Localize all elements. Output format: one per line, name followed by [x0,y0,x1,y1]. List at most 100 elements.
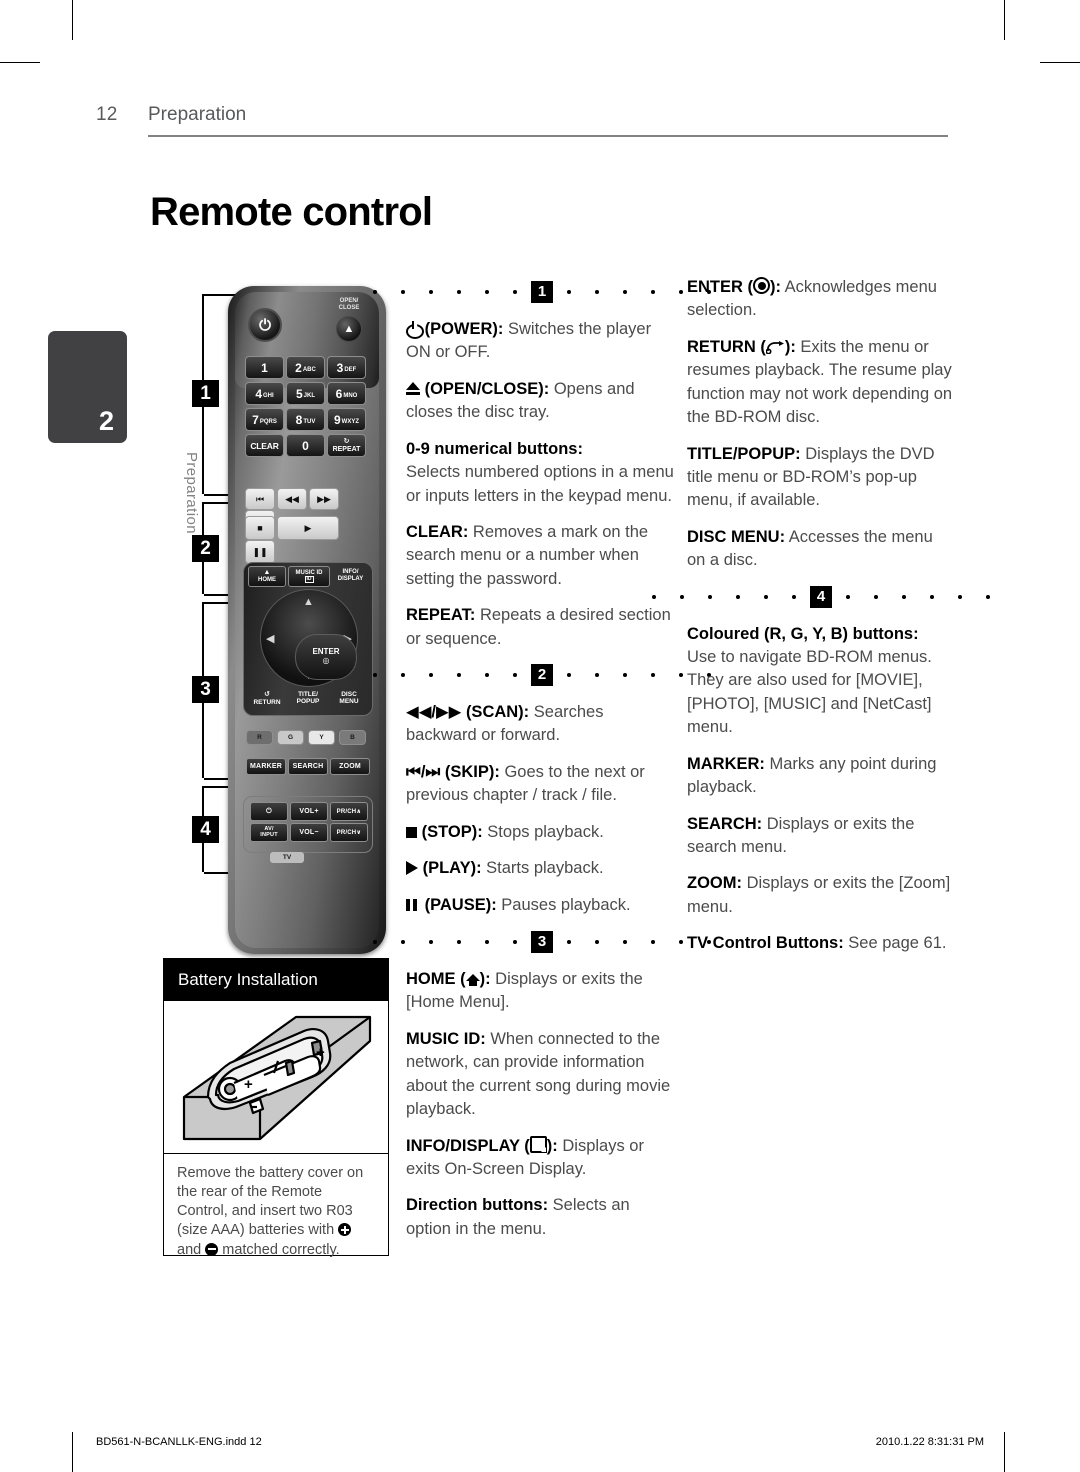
desc-coloured-buttons: Coloured (R, G, Y, B) buttons: Use to na… [687,624,932,737]
description-column-left: 1 (POWER): Switches the player ON or OFF… [373,276,711,1254]
svg-text:+: + [244,1076,253,1093]
crop-mark-left [0,62,40,63]
battery-installation-box: Battery Installation + + Remove the batt… [163,958,389,1258]
chapter-tab: 2 [48,331,127,443]
remote-colour-button-g: G [277,730,304,745]
description-column-right: ENTER (): Acknowledges menu selection. R… [652,276,990,969]
desc-clear: CLEAR: Removes a mark on the search menu… [406,522,649,588]
remote-music-id-button: MUSIC ID ID [288,566,330,587]
remote-prch-up-button: PR/CH∧ [330,802,368,821]
remote-key-4: 4 GHI [245,382,284,405]
svg-text:+: + [316,1044,325,1061]
battery-text-part-1: Remove the battery cover on the rear of … [177,1165,364,1239]
battery-installation-text: Remove the battery cover on the rear of … [164,1154,388,1260]
remote-power-button: ⏻ [248,308,282,342]
callout-divider-1: 1 [373,281,711,303]
desc-search: SEARCH: Displays or exits the search men… [687,814,915,857]
battery-installation-illustration: + + [164,1001,388,1154]
pause-icon [406,895,420,918]
remote-up-arrow: ▲ [303,596,314,608]
remote-pause-button: ❚❚ [245,540,275,564]
desc-open-close: (OPEN/CLOSE): Opens and closes the disc … [406,379,635,422]
enter-icon [753,277,770,294]
remote-control-illustration: ⏻ OPEN/CLOSE ▲ 1 2 ABC 3 DEF 4 GHI 5 JKL 6 MN… [228,286,386,954]
desc-repeat: REPEAT: Repeats a desired section or seq… [406,606,671,648]
remote-key-clear: CLEAR [245,434,284,457]
crop-mark-bottom-left [72,1432,73,1472]
callout-divider-number-4: 4 [810,585,832,608]
callout-divider-3: 3 [373,931,711,954]
remote-search-button: SEARCH [288,758,328,775]
desc-pause: (PAUSE): Pauses playback. [406,894,678,918]
remote-home-button: ▲ HOME [248,566,286,587]
remote-return-button: ↺ RETURN [253,691,281,706]
remote-title-popup-button: TITLE/POPUP [296,691,320,706]
remote-key-5: 5 JKL [286,382,325,405]
desc-music-id: MUSIC ID: When connected to the network,… [406,1029,671,1119]
header-rule [148,135,948,137]
callout-divider-4: 4 [652,585,990,608]
callout-number-3: 3 [192,676,219,703]
desc-skip: ⏮/⏭ (SKIP): Goes to the next or previous… [406,762,645,805]
desc-numerical: 0-9 numerical buttons: Selects numbered … [406,439,674,505]
desc-disc-menu: DISC MENU: Accesses the menu on a disc. [687,527,933,570]
section-name: Preparation [148,104,247,125]
page-footer: BD561-N-BCANLLK-ENG.indd 12 2010.1.22 8:… [96,1436,984,1448]
desc-stop: (STOP): Stops playback. [406,821,678,844]
remote-eject-button: ▲ [336,316,362,342]
remote-key-1: 1 [245,356,284,379]
remote-marker-button: MARKER [246,758,286,775]
remote-tv-power-button: ⏻ [250,802,288,821]
desc-title-popup: TITLE/POPUP: Displays the DVD title menu… [687,444,935,510]
callout-divider-number-1: 1 [531,281,553,303]
remote-body: ⏻ OPEN/CLOSE ▲ 1 2 ABC 3 DEF 4 GHI 5 JKL 6 MN… [228,286,386,954]
remote-prch-down-button: PR/CH∨ [330,823,368,842]
remote-key-3: 3 DEF [327,356,366,379]
remote-key-7: 7 PQRS [245,408,284,431]
stop-icon [406,826,417,838]
remote-av-input-button: AV/INPUT [250,823,288,842]
footer-timestamp: 2010.1.22 8:31:31 PM [875,1436,984,1448]
desc-home: HOME (): Displays or exits the [Home Men… [406,970,643,1012]
remote-colour-button-y: Y [308,730,335,745]
remote-scan-fwd-button: ▶▶ [309,488,339,510]
callout-number-2: 2 [192,535,219,562]
remote-colour-button-r: R [246,730,273,745]
remote-scan-back-button: ◀◀ [277,488,307,510]
remote-key-2: 2 ABC [286,356,325,379]
remote-info-display-button: INFO/DISPLAY [337,569,364,582]
footer-filename: BD561-N-BCANLLK-ENG.indd 12 [96,1436,262,1448]
crop-mark-right [1040,62,1080,63]
remote-stop-button: ■ [245,516,275,540]
skip-icon: ⏮/⏭ [406,762,441,781]
page-number: 12 [96,104,118,125]
crop-mark-top-left [72,0,73,40]
remote-keypad: 1 2 ABC 3 DEF 4 GHI 5 JKL 6 MNO 7 PQRS 8 TUV 9W… [245,356,369,460]
document-page: 12 Preparation 2 Preparation Remote contr… [0,0,1080,1472]
battery-installation-heading: Battery Installation [164,959,388,1001]
remote-direction-ring: ▲ ▼ ◀ ▶ ENTER◎ [260,589,358,687]
remote-vol-down-button: VOL− [290,823,328,842]
remote-key-6: 6 MNO [327,382,366,405]
battery-text-part-3: matched correctly. [218,1241,340,1258]
remote-open-close-label: OPEN/CLOSE [338,298,360,311]
chapter-tab-label: Preparation [183,452,200,534]
scan-icon: ◀◀/▶▶ [406,703,462,722]
chapter-tab-number: 2 [98,406,114,436]
power-icon [406,321,420,336]
return-icon [765,338,785,355]
callout-divider-number-3: 3 [531,931,553,954]
desc-direction: Direction buttons: Selects an option in … [406,1196,630,1238]
remote-disc-menu-button: DISC MENU [339,691,359,706]
remote-vol-up-button: VOL+ [290,802,328,821]
play-icon [406,861,418,876]
desc-info-display: INFO/DISPLAY (): Displays or exits On-Sc… [406,1135,644,1178]
remote-key-8: 8 TUV [286,408,325,431]
callout-divider-2: 2 [373,664,711,687]
callout-number-1: 1 [192,380,219,407]
desc-play: (PLAY): Starts playback. [406,857,678,880]
home-icon [465,974,480,987]
crop-mark-bottom-right [1004,1432,1005,1472]
crop-mark-top-right [1004,0,1005,40]
info-display-icon [529,1135,547,1153]
